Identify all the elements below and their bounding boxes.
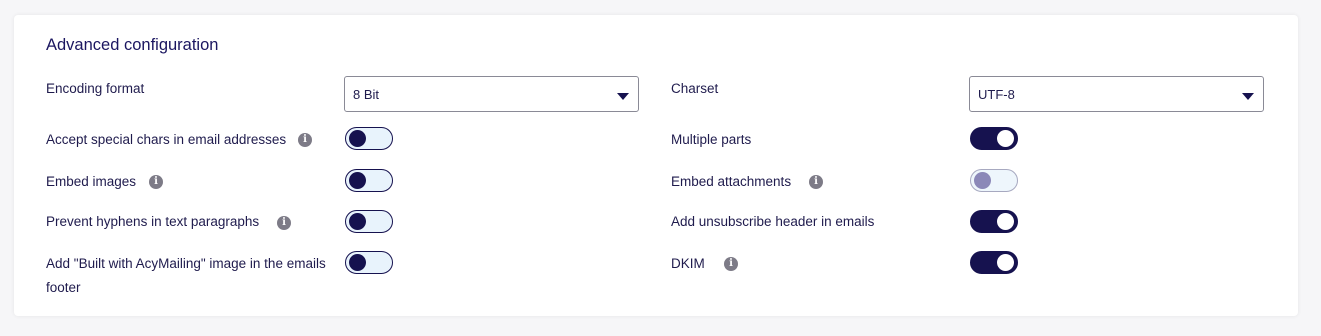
charset-label: Charset [671,81,719,96]
toggle-knob [349,254,366,271]
encoding-format-label: Encoding format [46,81,145,96]
built-with-toggle[interactable] [345,251,393,274]
toggle-knob [997,130,1014,147]
prevent-hyphens-label: Prevent hyphens in text paragraphs [46,214,260,229]
info-icon[interactable]: i [149,175,163,189]
dkim-label: DKIM [671,256,705,271]
toggle-knob [974,172,991,189]
unsubscribe-header-toggle[interactable] [970,210,1018,233]
info-icon[interactable]: i [277,216,291,230]
special-chars-label: Accept special chars in email addresses [46,132,287,147]
multiple-parts-label: Multiple parts [671,132,752,147]
toggle-knob [349,213,366,230]
built-with-label: Add "Built with AcyMailing" image in the… [46,256,326,295]
multiple-parts-toggle[interactable] [970,127,1018,150]
chevron-down-icon [617,93,629,100]
embed-attachments-label: Embed attachments [671,174,792,189]
encoding-format-select[interactable]: 8 Bit [344,76,639,112]
toggle-knob [997,254,1014,271]
toggle-knob [349,172,366,189]
info-icon[interactable]: i [809,175,823,189]
chevron-down-icon [1242,93,1254,100]
section-title: Advanced configuration [46,36,219,54]
prevent-hyphens-toggle[interactable] [345,210,393,233]
unsubscribe-header-label: Add unsubscribe header in emails [671,214,875,229]
toggle-knob [349,130,366,147]
info-icon[interactable]: i [724,257,738,271]
special-chars-toggle[interactable] [345,127,393,150]
charset-value: UTF-8 [978,87,1015,102]
info-icon[interactable]: i [298,133,312,147]
toggle-knob [997,213,1014,230]
charset-select[interactable]: UTF-8 [969,76,1264,112]
embed-images-toggle[interactable] [345,169,393,192]
encoding-format-value: 8 Bit [353,87,380,102]
dkim-toggle[interactable] [970,251,1018,274]
embed-images-label: Embed images [46,174,137,189]
embed-attachments-toggle[interactable] [970,169,1018,192]
